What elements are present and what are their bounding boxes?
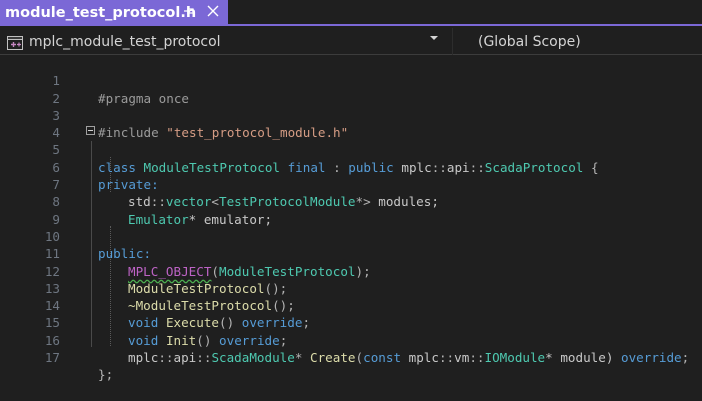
type-name: IOModule [484,350,546,366]
code-line: 5 class ModuleTestProtocol final : publi… [0,124,702,174]
code-line: 11 MPLC_OBJECT(ModuleTestProtocol); [0,228,702,278]
chevron-down-icon[interactable] [430,36,438,40]
scope-label: (Global Scope) [478,33,581,50]
function-name: Create [310,350,356,366]
type-name: ScadaModule [211,350,295,366]
punctuation: ; [681,350,690,366]
project-name: mplc_module_test_protocol [29,33,221,50]
tab-title: module_test_protocol.h [5,5,197,21]
code-line: 8 Emulator* emulator; [0,176,702,226]
punctuation: :: [438,350,455,366]
namespace: mplc [408,350,439,366]
project-dropdown[interactable]: mplc_module_test_protocol [3,30,449,53]
punctuation: :: [158,350,174,366]
code-line: 17 }; [0,332,702,382]
code-line: 10 public: [0,211,702,261]
namespace: api [173,350,197,366]
scope-dropdown[interactable]: (Global Scope) [478,30,581,53]
tab-strip: module_test_protocol.h [0,0,702,26]
code-line: 6 private: [0,142,702,192]
code-text: }; [98,366,113,383]
cpp-project-icon [7,35,23,50]
keyword: override [620,350,682,366]
punctuation: :: [469,350,485,366]
keyword: const [363,350,402,366]
code-line: 15 void Init() override; [0,297,702,347]
line-number: 17 [44,350,60,366]
code-line: 14 void Execute() override; [0,280,702,330]
punctuation: }; [98,367,114,383]
divider [452,28,453,55]
punctuation: * [294,350,311,366]
code-line: 4 [0,107,702,140]
navigation-bar: mplc_module_test_protocol (Global Scope) [0,28,702,55]
code-line: 7 std::vector<TestProtocolModule*> modul… [0,159,702,209]
code-editor[interactable]: 1 #pragma once 2 3 #include "test_protoc… [0,55,702,382]
code-line: 13 ~ModuleTestProtocol(); [0,263,702,313]
punctuation: :: [196,350,212,366]
punctuation: ( [355,350,364,366]
code-line: 1 #pragma once [0,55,702,105]
namespace: mplc [128,350,159,366]
code-line: 3 #include "test_protocol_module.h" [0,90,702,140]
code-line: 16 mplc::api::ScadaModule* Create(const … [0,315,702,365]
pin-icon[interactable] [181,4,197,20]
code-line: 2 [0,72,702,106]
code-line: 9 [0,193,702,227]
code-line: 12 ModuleTestProtocol(); [0,245,702,296]
namespace: vm [454,350,470,366]
parameter: * module) [545,350,621,366]
code-text: mplc::api::ScadaModule* Create(const mpl… [128,349,689,366]
file-tab[interactable]: module_test_protocol.h [0,0,228,26]
close-icon[interactable] [205,4,221,20]
